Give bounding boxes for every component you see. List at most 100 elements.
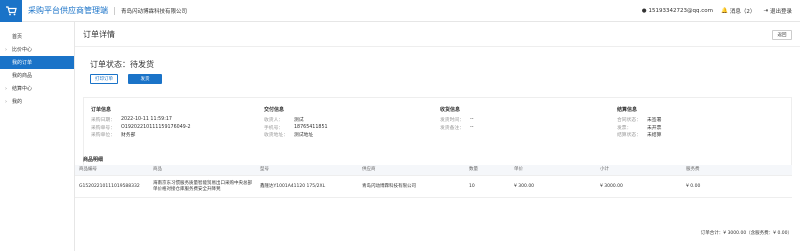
sidebar-item-my-orders[interactable]: 我的订单: [0, 56, 74, 69]
chevron-right-icon: ›: [5, 85, 7, 92]
messages-link[interactable]: 🔔 消息（2）: [721, 7, 755, 15]
order-info-section: 订单信息 采购日期： 2022-10-11 11:59:17 采购单号： O1920…: [91, 106, 191, 139]
info-line: 发票： 未开票: [617, 124, 661, 132]
sidebar-item-label: 比价中心: [12, 47, 33, 53]
table-cell: ¥ 300.00: [514, 183, 535, 189]
account-email: 15193342723@qq.com: [648, 8, 714, 14]
page-title: 订单详情: [83, 30, 115, 39]
info-line: 收货地址： 测试地址: [264, 131, 328, 139]
info-value: --: [470, 124, 474, 130]
sidebar-item-my-products[interactable]: 我的商品: [0, 69, 74, 82]
info-line: 发货备注： --: [440, 124, 473, 132]
sidebar-item-mine[interactable]: › 我的: [0, 95, 74, 108]
info-key: 手机号：: [264, 125, 284, 131]
table-cell: 海南京东习惯服务质量智能贸易出口采购中央总部单价格对接仓库服务费安全升降凳: [153, 181, 252, 192]
info-key: 合同状态：: [617, 118, 641, 124]
sidebar-item-bidding[interactable]: › 比价中心: [0, 43, 74, 56]
table-row: G15202210111019588332 海南京东习惯服务质量智能贸易出口采购…: [75, 176, 792, 198]
print-order-button[interactable]: 打印订单: [90, 74, 118, 84]
column-header: 单价: [514, 167, 523, 173]
goods-section-title: 商品明细: [83, 157, 104, 163]
info-key: 采购日期：: [91, 118, 115, 124]
user-icon: ●: [641, 8, 647, 14]
column-header: 小计: [600, 167, 609, 173]
account-menu[interactable]: ● 15193342723@qq.com: [642, 8, 713, 14]
info-key: 收货人：: [264, 118, 284, 124]
logout-icon: ⇥: [763, 8, 768, 14]
order-total: 订单合计：¥ 3000.00（含服务费：¥ 0.00）: [700, 231, 792, 236]
info-key: 采购单号：: [91, 125, 115, 131]
section-heading: 交付信息: [264, 107, 285, 113]
app-title: 采购平台供应商管理端: [28, 6, 108, 15]
info-value: 2022-10-11 11:59:17: [121, 117, 172, 123]
table-cell: ¥ 0.00: [686, 183, 701, 189]
ship-button[interactable]: 发货: [128, 74, 162, 84]
sidebar-item-home[interactable]: 首页: [0, 30, 74, 43]
sidebar-item-label: 结算中心: [12, 86, 33, 92]
section-heading: 结算信息: [617, 107, 638, 113]
info-line: 采购单号： O19202210111159176049-2: [91, 124, 191, 132]
order-info-panel: 订单信息 采购日期： 2022-10-11 11:59:17 采购单号： O1920…: [83, 97, 792, 172]
info-value: 未签署: [647, 118, 662, 124]
table-cell: 鑫隆达Y1001A41120 175/2XL: [260, 183, 326, 189]
table-cell: 10: [469, 183, 475, 189]
table-cell: ¥ 3000.00: [600, 183, 623, 189]
table-cell: G15202210111019588332: [79, 183, 140, 189]
sidebar-item-settlement[interactable]: › 结算中心: [0, 82, 74, 95]
section-heading: 订单信息: [91, 107, 112, 113]
company-name: 青岛闪动博霖科技有限公司: [114, 6, 187, 15]
chevron-right-icon: ›: [5, 98, 7, 105]
info-line: 发货时间： --: [440, 116, 473, 124]
table-cell: 青岛闪动博霖科技有限公司: [362, 183, 416, 189]
section-heading: 收货信息: [440, 107, 461, 113]
info-key: 采购单位：: [91, 133, 115, 139]
info-line: 结算状态： 未结算: [617, 131, 661, 139]
info-line: 合同状态： 未签署: [617, 116, 661, 124]
info-value: 测试: [294, 118, 304, 124]
column-header: 商品: [153, 167, 162, 173]
settlement-info-section: 结算信息 合同状态： 未签署 发票： 未开票 结算状态： 未结算: [617, 106, 661, 139]
info-line: 采购单位： 财务部: [91, 131, 191, 139]
goods-table: 商品编号 商品 型号 供应商 数量 单价 小计 服务费 G15202210111…: [75, 165, 792, 198]
logout-link[interactable]: ⇥ 退出登录: [763, 7, 792, 15]
column-header: 型号: [260, 167, 269, 173]
sidebar-item-label: 首页: [12, 34, 23, 40]
info-value: --: [470, 117, 474, 123]
info-value: O19202210111159176049-2: [121, 124, 191, 130]
info-value: 未开票: [647, 125, 662, 131]
sidebar-item-label: 我的: [12, 99, 23, 105]
logout-label: 退出登录: [769, 9, 792, 15]
chevron-right-icon: ›: [5, 46, 7, 53]
column-header: 商品编号: [79, 167, 97, 173]
receipt-info-section: 收货信息 发货时间： -- 发货备注： --: [440, 106, 473, 131]
info-line: 采购日期： 2022-10-11 11:59:17: [91, 116, 191, 124]
main-content: 订单详情 返回 订单状态：待发货 打印订单 发货 订单信息 采购日期： 2022-…: [75, 22, 800, 251]
info-key: 发货时间：: [440, 118, 464, 124]
bell-icon: 🔔: [721, 8, 728, 14]
cart-logo-icon[interactable]: [0, 0, 22, 22]
top-bar: 采购平台供应商管理端 青岛闪动博霖科技有限公司 ● 15193342723@qq…: [0, 0, 800, 22]
info-value: 测试地址: [294, 133, 314, 139]
column-header: 供应商: [362, 167, 376, 173]
sidebar-item-label: 我的订单: [12, 60, 33, 66]
info-key: 发货备注：: [440, 125, 464, 131]
messages-label: 消息（2）: [729, 9, 756, 15]
delivery-info-section: 交付信息 收货人： 测试 手机号： 18765411851 收货地址： 测试地址: [264, 106, 328, 139]
info-key: 发票：: [617, 125, 632, 131]
info-value: 未结算: [647, 133, 662, 139]
table-header: 商品编号 商品 型号 供应商 数量 单价 小计 服务费: [75, 165, 792, 176]
page-header: 订单详情 返回: [75, 22, 800, 47]
info-key: 结算状态：: [617, 133, 641, 139]
info-line: 手机号： 18765411851: [264, 124, 328, 132]
column-header: 服务费: [686, 167, 700, 173]
sidebar: 首页 › 比价中心 我的订单 我的商品 › 结算中心 › 我的: [0, 22, 75, 251]
sidebar-item-label: 我的商品: [12, 73, 33, 79]
column-header: 数量: [469, 167, 478, 173]
order-status: 订单状态：待发货: [90, 60, 154, 69]
info-key: 收货地址：: [264, 133, 288, 139]
info-line: 收货人： 测试: [264, 116, 328, 124]
info-value: 18765411851: [294, 124, 328, 130]
info-value: 财务部: [121, 133, 136, 139]
top-right-menu: ● 15193342723@qq.com 🔔 消息（2） ⇥ 退出登录: [642, 0, 792, 22]
back-button[interactable]: 返回: [772, 30, 792, 40]
